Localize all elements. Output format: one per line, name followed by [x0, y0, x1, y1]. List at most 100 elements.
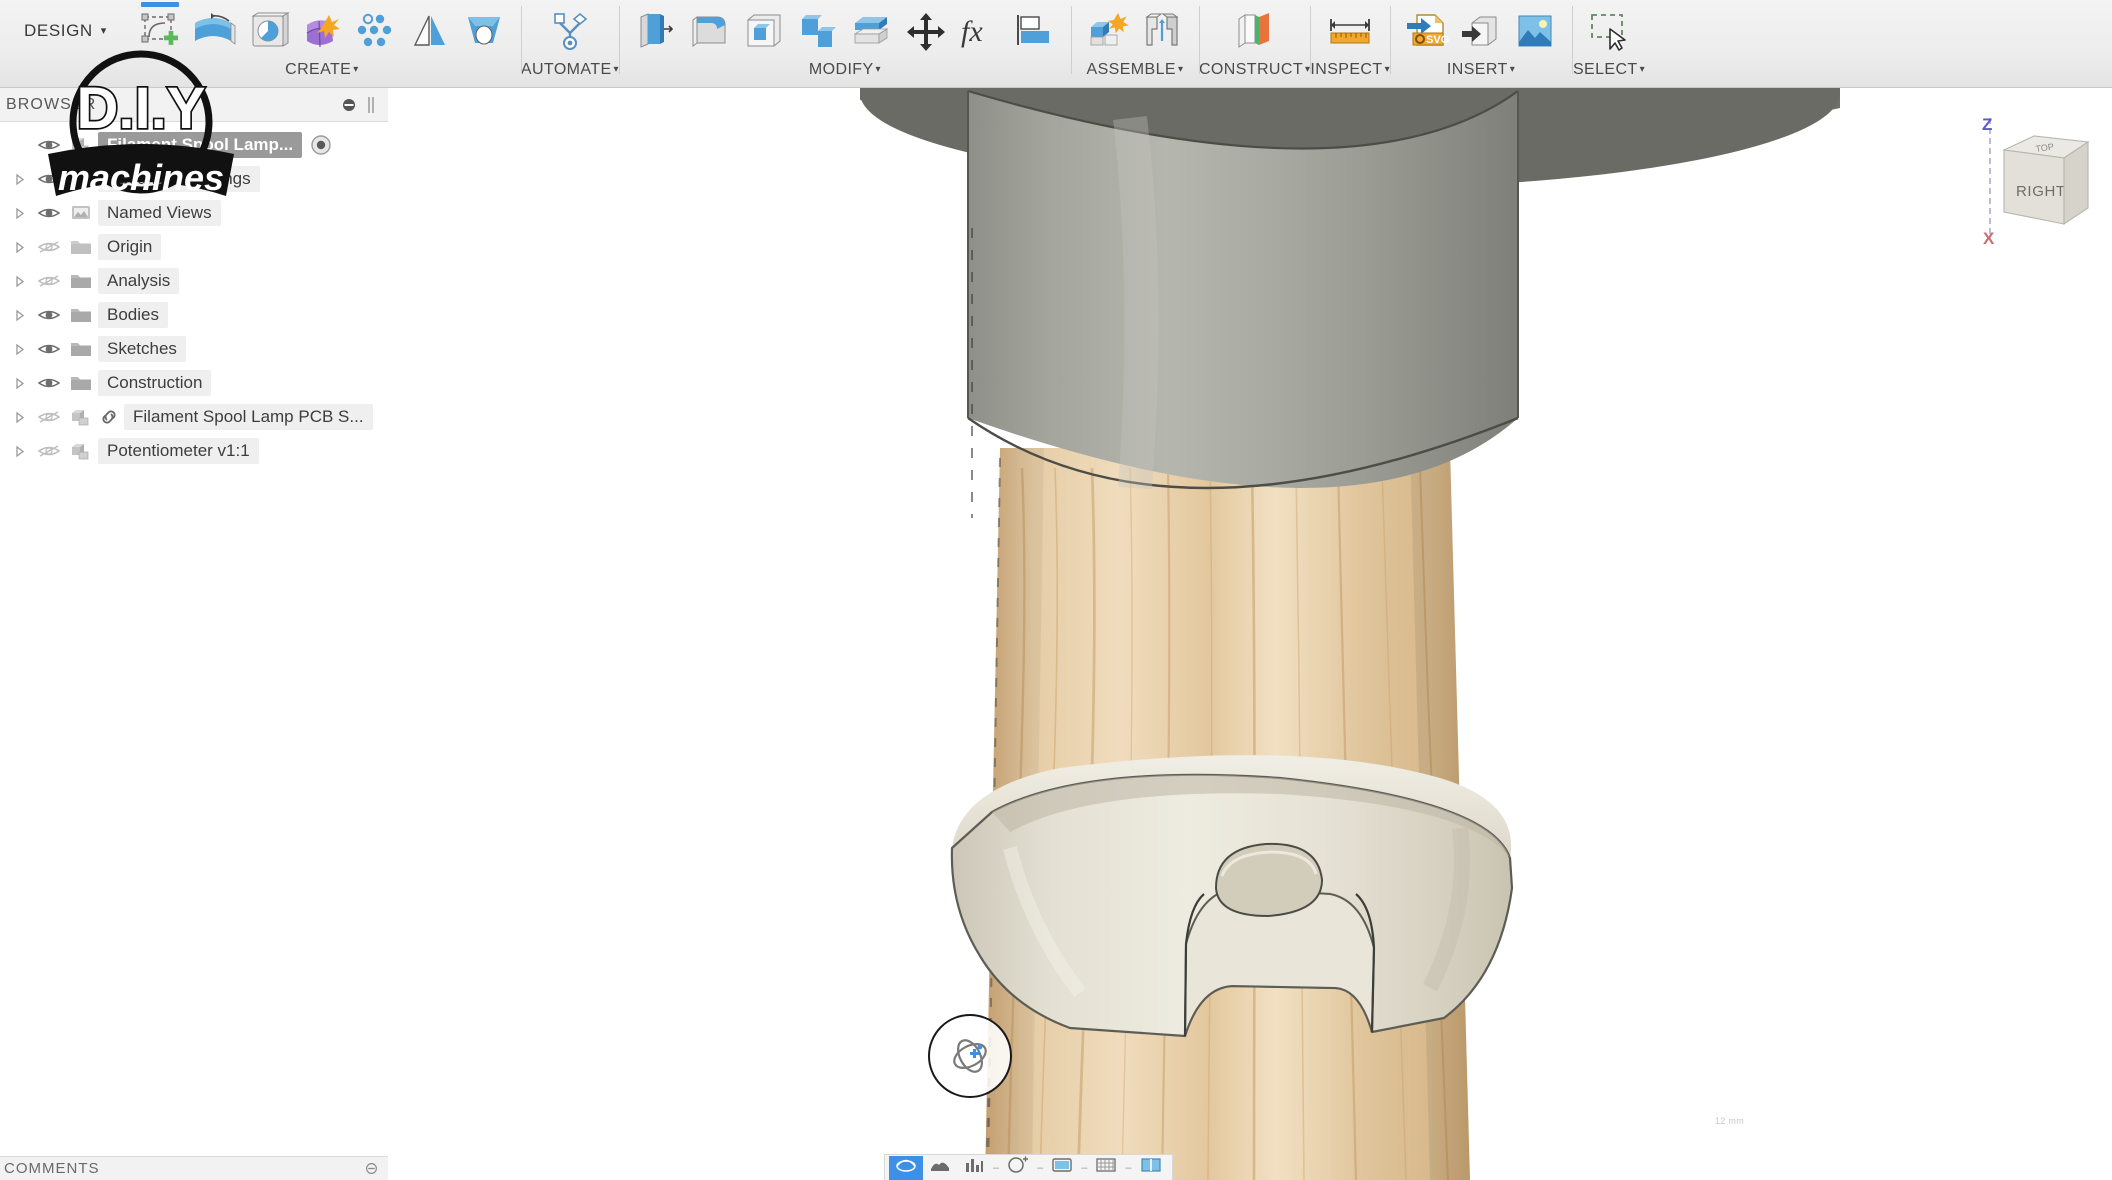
visibility-on-icon[interactable]	[32, 137, 66, 153]
toolbar-group-automate-label[interactable]: AUTOMATE ▾	[521, 62, 619, 80]
loft-button[interactable]	[457, 4, 511, 58]
visibility-on-icon[interactable]	[32, 307, 66, 323]
minimize-icon[interactable]	[360, 1158, 382, 1180]
expand-arrow-icon[interactable]	[6, 377, 32, 390]
combine-button[interactable]	[791, 4, 845, 58]
move-copy-button[interactable]	[899, 4, 953, 58]
mirror-icon	[413, 15, 445, 46]
toolbar-group-insert-label[interactable]: INSERT ▾	[1390, 62, 1572, 80]
visibility-on-icon[interactable]	[32, 205, 66, 221]
fit-button[interactable]	[1001, 1156, 1035, 1180]
toolbar-group-inspect-label[interactable]: INSPECT ▾	[1310, 62, 1390, 80]
fillet-button[interactable]	[683, 4, 737, 58]
insert-svg-icon: SVG	[1407, 14, 1449, 46]
viewports-button[interactable]	[1134, 1156, 1168, 1180]
visibility-off-icon[interactable]	[32, 273, 66, 289]
panel-grip-icon[interactable]	[360, 94, 382, 116]
expand-arrow-icon[interactable]	[6, 173, 32, 186]
visibility-off-icon[interactable]	[32, 443, 66, 459]
toolbar-group-assemble-label[interactable]: ASSEMBLE ▾	[1071, 62, 1199, 80]
browser-tree-row[interactable]: Potentiometer v1:1	[0, 434, 388, 468]
select-tool-button[interactable]	[1582, 4, 1636, 58]
browser-tree-row[interactable]: Sketches	[0, 332, 388, 366]
nav-separator: –	[1125, 1161, 1132, 1174]
chevron-down-icon: ▾	[1177, 64, 1184, 75]
view-navigation-bar: – – – –	[884, 1154, 1173, 1180]
joint-button[interactable]	[1135, 4, 1189, 58]
chevron-down-icon: ▾	[1509, 64, 1516, 75]
nav-separator: –	[1037, 1161, 1044, 1174]
browser-tree-row-label: Bodies	[98, 302, 168, 328]
offset-plane-button[interactable]	[1228, 4, 1282, 58]
browser-tree-row[interactable]: Filament Spool Lamp...	[0, 128, 388, 162]
change-parameters-button[interactable]: fx	[953, 4, 1007, 58]
create-sketch-button[interactable]	[133, 2, 187, 58]
browser-tree-row[interactable]: Filament Spool Lamp PCB S...	[0, 400, 388, 434]
zoom-button[interactable]	[957, 1156, 991, 1180]
visibility-off-icon[interactable]	[32, 239, 66, 255]
browser-tree-row[interactable]: Analysis	[0, 264, 388, 298]
browser-tree-row[interactable]: Named Views	[0, 196, 388, 230]
browser-tree-row[interactable]: Document Settings	[0, 162, 388, 196]
pan-button[interactable]	[923, 1156, 957, 1180]
expand-arrow-icon[interactable]	[6, 309, 32, 322]
workspace-menu[interactable]: DESIGN ▾	[0, 0, 123, 62]
linked-reference-icon	[96, 409, 122, 425]
browser-tree-row-label: Construction	[98, 370, 212, 396]
visibility-on-icon[interactable]	[32, 171, 66, 187]
svg-text:SVG: SVG	[1426, 34, 1449, 46]
activate-component-icon[interactable]	[310, 134, 332, 156]
named-views-icon	[66, 204, 96, 222]
toolbar-group-select-label[interactable]: SELECT ▾	[1572, 62, 1646, 80]
visibility-on-icon[interactable]	[32, 375, 66, 391]
canvas-button[interactable]	[1508, 4, 1562, 58]
expand-arrow-icon[interactable]	[6, 445, 32, 458]
browser-tree-row-label: Sketches	[98, 336, 186, 362]
insert-image-icon	[1518, 15, 1552, 47]
offset-face-button[interactable]	[845, 4, 899, 58]
press-pull-button[interactable]	[629, 4, 683, 58]
expand-arrow-icon[interactable]	[6, 343, 32, 356]
free-orbit-cursor[interactable]	[928, 1014, 1012, 1098]
browser-tree-row[interactable]: Bodies	[0, 298, 388, 332]
form-button[interactable]	[295, 4, 349, 58]
toolbar-group-assemble: ASSEMBLE ▾	[1070, 0, 1199, 88]
main-toolbar: DESIGN ▾ CREATE ▾ AUTOMATE ▾ fx MODIFY ▾…	[0, 0, 2112, 88]
folder-icon	[66, 340, 96, 358]
minimize-icon[interactable]	[338, 94, 360, 116]
browser-panel: BROWSER Filament Spool Lamp... Document S…	[0, 88, 388, 1180]
extrude-button[interactable]	[187, 4, 241, 58]
new-component-button[interactable]	[1081, 4, 1135, 58]
automate-button[interactable]	[543, 4, 597, 58]
expand-arrow-icon[interactable]	[6, 241, 32, 254]
shell-button[interactable]	[737, 4, 791, 58]
expand-arrow-icon[interactable]	[6, 275, 32, 288]
browser-tree-row[interactable]: Construction	[0, 366, 388, 400]
nav-separator: –	[1081, 1161, 1088, 1174]
expand-arrow-icon[interactable]	[6, 411, 32, 424]
insert-mesh-button[interactable]	[1454, 4, 1508, 58]
browser-tree: Filament Spool Lamp... Document Settings N…	[0, 122, 388, 468]
mirror-button[interactable]	[403, 4, 457, 58]
toolbar-group-create-label[interactable]: CREATE ▾	[123, 62, 521, 80]
toolbar-group-construct-label[interactable]: CONSTRUCT ▾	[1199, 62, 1310, 80]
component-icon	[66, 135, 96, 155]
insert-svg-button[interactable]: SVG	[1400, 4, 1454, 58]
align-button[interactable]	[1007, 4, 1061, 58]
display-settings-button[interactable]	[1045, 1156, 1079, 1180]
browser-tree-row-label: Document Settings	[98, 166, 260, 192]
expand-arrow-icon[interactable]	[6, 207, 32, 220]
view-cube[interactable]: Z X TOP RIGHT	[1972, 108, 2102, 268]
select-window-icon	[1591, 14, 1626, 51]
toolbar-group-modify-label[interactable]: MODIFY ▾	[619, 62, 1071, 80]
pattern-button[interactable]	[349, 4, 403, 58]
revolve-button[interactable]	[241, 4, 295, 58]
dimension-label: 12 mm	[1715, 1116, 1745, 1126]
measure-button[interactable]	[1323, 4, 1377, 58]
revolve-icon	[251, 12, 290, 47]
visibility-on-icon[interactable]	[32, 341, 66, 357]
visibility-off-icon[interactable]	[32, 409, 66, 425]
grid-snaps-button[interactable]	[1089, 1156, 1123, 1180]
browser-tree-row[interactable]: Origin	[0, 230, 388, 264]
orbit-button[interactable]	[889, 1155, 923, 1180]
